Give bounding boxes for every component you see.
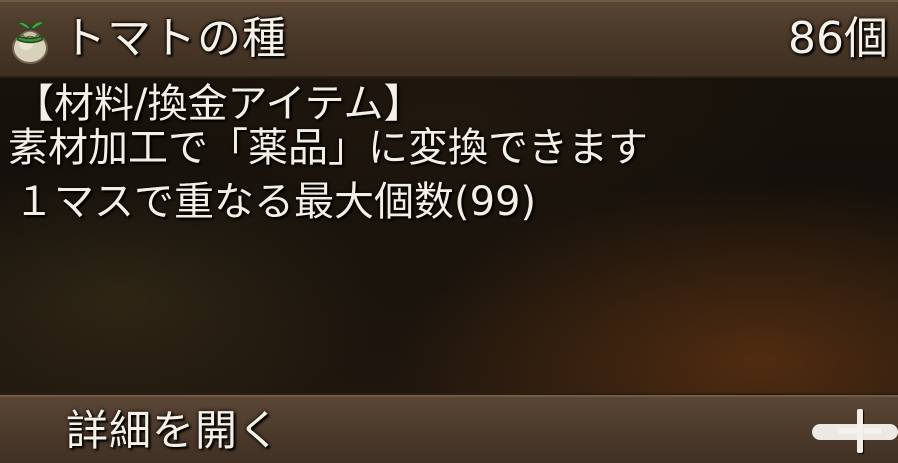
- open-details-button[interactable]: 詳細を開く: [0, 393, 898, 463]
- item-name: トマトの種: [62, 13, 287, 64]
- open-details-label: 詳細を開く: [66, 406, 282, 455]
- scroll-indicator[interactable]: [812, 424, 898, 440]
- item-header: トマトの種 86個: [0, 0, 898, 78]
- item-detail-panel: トマトの種 86個 【材料/換金アイテム】 素材加工で「薬品」に変換できます １…: [0, 0, 898, 463]
- item-usage-text: 素材加工で「薬品」に変換できます: [8, 125, 648, 171]
- seed-bag-icon: [12, 21, 48, 64]
- item-count: 86個: [788, 13, 888, 64]
- item-stack-limit: １マスで重なる最大個数(99): [14, 179, 537, 225]
